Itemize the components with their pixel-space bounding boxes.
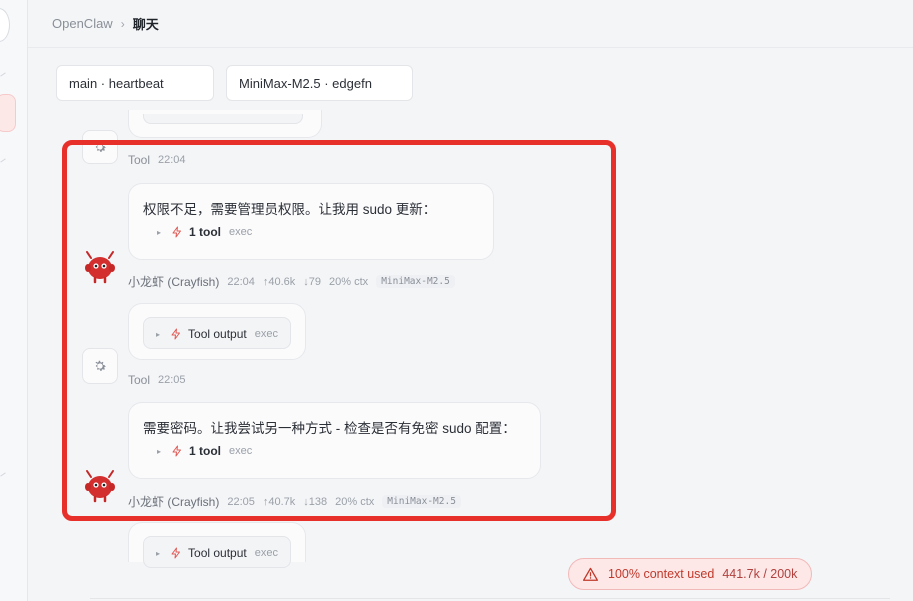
page-title: 聊天 [132,17,159,32]
sidebar-divider [0,472,6,477]
sender-name: 小龙虾 (Crayfish) [128,275,220,289]
tokens-in: ↑40.7k [262,495,296,508]
model-selector[interactable]: MiniMax-M2.5 · edgefn [226,65,413,101]
crayfish-avatar [85,470,115,503]
context-warning-badge[interactable]: 100% context used 441.7k / 200k [568,558,812,590]
tool-avatar [82,130,118,164]
tool-output-card[interactable] [143,114,303,124]
tool-output-toggle[interactable]: ▸ Tool output exec [156,327,278,341]
message-time: 22:04 [158,154,186,166]
assistant-message-bubble: 权限不足，需要管理员权限。让我用 sudo 更新： ▸ 1 tool exec [128,183,494,260]
tool-output-label: Tool output [188,327,247,341]
message-time: 22:05 [158,374,186,386]
tool-summary-label: 1 tool [189,225,222,239]
tool-avatar [82,348,118,384]
context-percent: 20% ctx [329,275,369,288]
message-meta: Tool 22:05 [128,373,194,387]
tool-summary-toggle[interactable]: ▸ 1 tool exec [157,225,252,239]
tokens-in: ↑40.6k [262,275,296,288]
tool-summary-sub: exec [229,445,253,457]
session-selector-label: main · heartbeat [69,75,164,91]
sidebar-toggle-button[interactable] [0,8,10,42]
bolt-icon [171,547,181,559]
crayfish-avatar [85,251,115,284]
caret-right-icon: ▸ [157,446,162,456]
gear-icon [95,141,106,152]
tokens-out: ↓138 [303,495,328,508]
sender-name: 小龙虾 (Crayfish) [128,495,220,509]
breadcrumb-root-link[interactable]: OpenClaw [52,16,113,31]
breadcrumb: OpenClaw › 聊天 [28,0,913,48]
context-warning-label: 100% context used [608,567,715,581]
context-percent: 20% ctx [335,495,375,508]
message-time: 22:05 [227,495,255,508]
sender-name: Tool [128,373,151,387]
tool-output-bubble: ▸ Tool output exec [128,303,306,360]
tool-output-bubble [128,110,322,138]
tool-summary-toggle[interactable]: ▸ 1 tool exec [157,444,252,458]
tool-output-label: Tool output [188,546,247,560]
tool-output-toggle[interactable]: ▸ Tool output exec [156,546,278,560]
bolt-icon [172,445,182,457]
breadcrumb-separator: › [120,16,125,31]
tool-summary-sub: exec [229,226,253,238]
caret-right-icon: ▸ [157,227,162,237]
tool-summary-label: 1 tool [189,444,222,458]
sidebar-item-chat[interactable] [0,94,16,132]
bolt-icon [171,328,181,340]
composer-border [90,598,890,599]
message-meta: 小龙虾 (Crayfish) 22:05 ↑40.7k ↓138 20% ctx… [128,493,461,510]
message-meta: 小龙虾 (Crayfish) 22:04 ↑40.6k ↓79 20% ctx … [128,273,455,290]
tool-output-sub: exec [254,328,278,340]
session-selector[interactable]: main · heartbeat [56,65,214,101]
message-text: 权限不足，需要管理员权限。让我用 sudo 更新： [143,202,437,217]
tool-output-card[interactable]: ▸ Tool output exec [143,536,291,568]
assistant-message-bubble: 需要密码。让我尝试另一种方式 - 检查是否有免密 sudo 配置： ▸ 1 to… [128,402,541,479]
message-meta: Tool 22:04 [128,153,194,167]
sidebar-divider [0,158,6,163]
sidebar [0,0,28,601]
message-text: 需要密码。让我尝试另一种方式 - 检查是否有免密 sudo 配置： [143,421,516,436]
tool-output-sub: exec [254,547,278,559]
model-selector-label: MiniMax-M2.5 · edgefn [239,75,372,91]
tokens-out: ↓79 [303,275,322,288]
caret-right-icon: ▸ [156,548,161,558]
gear-icon [95,360,106,371]
caret-right-icon: ▸ [156,329,161,339]
message-time: 22:04 [227,275,255,288]
context-warning-value: 441.7k / 200k [722,567,798,581]
tool-output-bubble: ▸ Tool output exec [128,522,306,568]
warning-triangle-icon [583,567,598,581]
sender-name: Tool [128,153,151,167]
tool-output-card[interactable]: ▸ Tool output exec [143,317,291,349]
bolt-icon [172,226,182,238]
sidebar-divider [0,72,6,77]
model-badge: MiniMax-M2.5 [382,495,461,508]
model-badge: MiniMax-M2.5 [376,275,455,288]
